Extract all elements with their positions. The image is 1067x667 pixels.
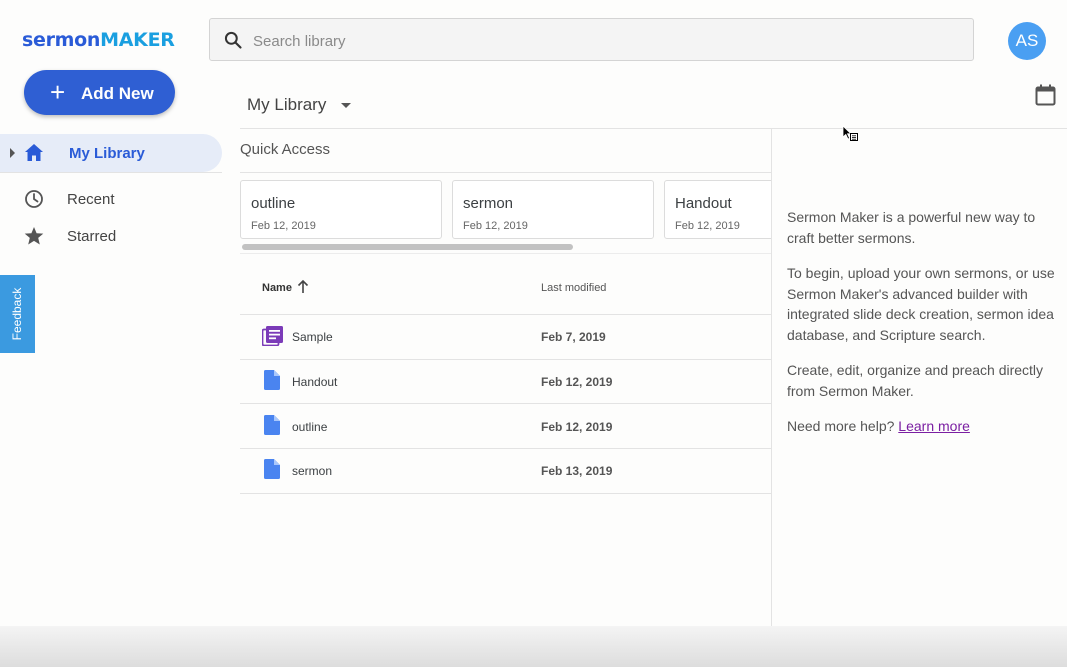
header-divider — [240, 128, 1067, 129]
logo-text-sermon: sermon — [22, 29, 101, 51]
home-icon — [25, 144, 43, 161]
card-name: sermon — [463, 195, 514, 212]
help-prefix: Need more help? — [787, 418, 895, 434]
calendar-icon[interactable] — [1035, 84, 1056, 106]
card-name: Handout — [675, 195, 732, 212]
sermon-maker-logo[interactable]: sermonMAKER — [22, 29, 175, 51]
info-intro: Sermon Maker is a powerful new way to cr… — [787, 209, 1036, 246]
add-new-button[interactable]: + Add New — [24, 70, 175, 115]
file-name[interactable]: sermon — [292, 464, 332, 478]
feedback-tab[interactable]: Feedback — [0, 275, 35, 353]
file-name[interactable]: outline — [292, 420, 327, 434]
quick-access-card[interactable]: Handout Feb 12, 2019 — [664, 180, 771, 239]
quick-access-bottom-divider — [240, 253, 771, 254]
file-modified-date: Feb 12, 2019 — [541, 420, 613, 434]
quick-access-carousel: outline Feb 12, 2019 sermon Feb 12, 2019… — [240, 180, 771, 242]
sidebar-divider — [0, 172, 222, 173]
logo-text-maker: MAKER — [100, 29, 175, 51]
info-getting-started: To begin, upload your own sermons, or us… — [787, 265, 1055, 343]
card-date: Feb 12, 2019 — [463, 220, 528, 232]
column-header-name[interactable]: Name — [262, 282, 292, 294]
table-divider — [240, 359, 771, 360]
expand-caret-icon[interactable] — [10, 148, 15, 158]
file-modified-date: Feb 7, 2019 — [541, 330, 606, 344]
column-header-last-modified[interactable]: Last modified — [541, 282, 606, 294]
search-icon — [224, 31, 242, 49]
mouse-cursor-icon — [842, 125, 858, 141]
quick-access-card[interactable]: outline Feb 12, 2019 — [240, 180, 442, 239]
quick-access-card[interactable]: sermon Feb 12, 2019 — [452, 180, 654, 239]
info-create: Create, edit, organize and preach direct… — [787, 362, 1044, 399]
add-new-label: Add New — [81, 84, 154, 103]
document-icon — [264, 459, 280, 484]
plus-icon: + — [50, 77, 66, 107]
document-icon — [264, 370, 280, 395]
file-name[interactable]: Handout — [292, 375, 337, 389]
card-date: Feb 12, 2019 — [251, 220, 316, 232]
quick-access-title: Quick Access — [240, 141, 331, 158]
info-panel: Sermon Maker is a powerful new way to cr… — [787, 207, 1057, 437]
sidebar-item-label: Starred — [67, 228, 117, 245]
chevron-down-icon[interactable] — [341, 103, 351, 108]
document-icon — [264, 415, 280, 440]
info-panel-divider — [771, 129, 772, 659]
table-divider — [240, 493, 771, 494]
scrollbar-thumb[interactable] — [242, 244, 573, 250]
slides-icon — [261, 326, 283, 351]
bottom-bar — [0, 626, 1067, 667]
sidebar-item-label: Recent — [67, 191, 115, 208]
feedback-label: Feedback — [10, 287, 24, 341]
user-avatar[interactable]: AS — [1008, 22, 1046, 60]
info-help: Need more help? Learn more — [787, 416, 1057, 437]
table-divider — [240, 403, 771, 404]
card-name: outline — [251, 195, 296, 212]
clock-icon — [25, 190, 43, 208]
sidebar-item-label: My Library — [69, 145, 145, 162]
star-icon — [24, 227, 44, 245]
search-input[interactable] — [251, 28, 955, 54]
sidebar-item-my-library[interactable]: My Library — [0, 134, 222, 172]
sort-arrow-up-icon[interactable] — [296, 279, 310, 295]
library-dropdown[interactable]: My Library — [247, 95, 326, 115]
table-divider — [240, 448, 771, 449]
file-modified-date: Feb 12, 2019 — [541, 375, 613, 389]
table-divider — [240, 314, 771, 315]
search-bar[interactable] — [209, 18, 974, 61]
learn-more-link[interactable]: Learn more — [898, 418, 970, 434]
quick-access-divider — [240, 172, 771, 173]
file-modified-date: Feb 13, 2019 — [541, 464, 613, 478]
file-name[interactable]: Sample — [292, 330, 333, 344]
sidebar-item-recent[interactable]: Recent — [0, 180, 222, 218]
sidebar-item-starred[interactable]: Starred — [0, 217, 222, 255]
card-date: Feb 12, 2019 — [675, 220, 740, 232]
